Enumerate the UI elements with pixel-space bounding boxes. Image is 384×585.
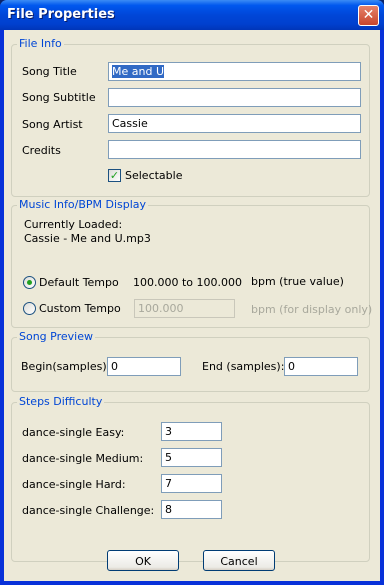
close-icon[interactable]: ✕ xyxy=(358,5,379,26)
challenge-label: dance-single Challenge: xyxy=(22,504,155,517)
song-title-input[interactable]: Me and U xyxy=(108,62,361,81)
song-title-value: Me and U xyxy=(112,65,164,78)
song-artist-input[interactable]: Cassie xyxy=(108,114,361,133)
medium-label: dance-single Medium: xyxy=(22,452,144,465)
credits-input[interactable] xyxy=(108,140,361,159)
custom-tempo-unit: bpm (for display only) xyxy=(251,303,373,316)
song-title-label: Song Title xyxy=(22,65,77,78)
cancel-button[interactable]: Cancel xyxy=(203,550,275,571)
song-preview-title: Song Preview xyxy=(17,330,95,343)
song-artist-label: Song Artist xyxy=(22,118,83,131)
loaded-file-name: Cassie - Me and U.mp3 xyxy=(24,232,151,245)
music-info-title: Music Info/BPM Display xyxy=(17,198,149,211)
hard-input[interactable]: 7 xyxy=(161,474,222,493)
steps-difficulty-group: Steps Difficulty dance-single Easy: 3 da… xyxy=(11,395,370,562)
file-properties-window: File Properties ✕ File Info Song Title M… xyxy=(0,0,384,585)
steps-difficulty-title: Steps Difficulty xyxy=(17,395,105,408)
medium-input[interactable]: 5 xyxy=(161,448,222,467)
end-samples-label: End (samples): xyxy=(202,360,285,373)
hard-label: dance-single Hard: xyxy=(22,478,126,491)
selectable-checkbox[interactable]: ✓ xyxy=(108,169,121,182)
selectable-label[interactable]: Selectable xyxy=(125,169,182,182)
easy-input[interactable]: 3 xyxy=(161,422,222,441)
begin-samples-label: Begin(samples): xyxy=(21,360,111,373)
custom-tempo-input[interactable]: 100.000 xyxy=(134,299,235,318)
song-subtitle-label: Song Subtitle xyxy=(22,91,96,104)
default-tempo-radio[interactable] xyxy=(23,276,36,289)
title-bar[interactable]: File Properties ✕ xyxy=(0,0,384,30)
challenge-input[interactable]: 8 xyxy=(161,500,222,519)
song-preview-group: Song Preview Begin(samples): 0 End (samp… xyxy=(11,330,370,392)
custom-tempo-label[interactable]: Custom Tempo xyxy=(39,302,121,315)
file-info-group: File Info Song Title Me and U Song Subti… xyxy=(11,37,370,197)
end-samples-input[interactable]: 0 xyxy=(284,357,358,376)
default-tempo-range: 100.000 to 100.000 xyxy=(133,276,243,289)
music-info-group: Music Info/BPM Display Currently Loaded:… xyxy=(11,198,373,328)
ok-button[interactable]: OK xyxy=(107,550,179,571)
custom-tempo-radio[interactable] xyxy=(23,302,36,315)
begin-samples-input[interactable]: 0 xyxy=(107,357,181,376)
dialog-body: File Info Song Title Me and U Song Subti… xyxy=(4,30,380,581)
credits-label: Credits xyxy=(22,144,61,157)
file-info-title: File Info xyxy=(17,37,64,50)
currently-loaded-label: Currently Loaded: xyxy=(24,218,123,231)
window-title: File Properties xyxy=(7,7,115,22)
default-tempo-label[interactable]: Default Tempo xyxy=(39,276,119,289)
default-tempo-unit: bpm (true value) xyxy=(251,275,344,288)
easy-label: dance-single Easy: xyxy=(22,426,125,439)
song-subtitle-input[interactable] xyxy=(108,88,361,107)
